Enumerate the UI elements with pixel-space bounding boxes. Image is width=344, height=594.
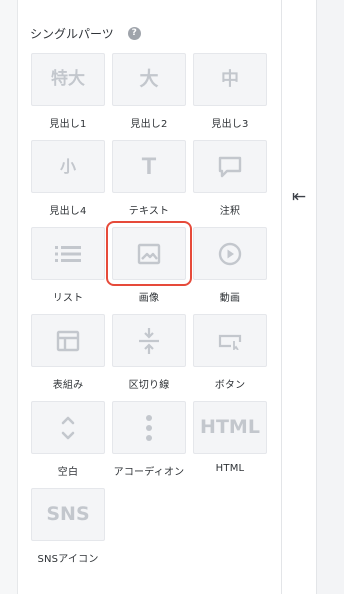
section-title: シングルパーツ: [30, 26, 114, 41]
part-heading-3[interactable]: 中 見出し3: [193, 53, 267, 140]
part-list[interactable]: リスト: [31, 227, 105, 314]
part-label: 見出し4: [49, 206, 87, 217]
part-label: リスト: [52, 293, 84, 304]
part-video[interactable]: 動画: [193, 227, 267, 314]
left-edge-strip: [0, 0, 18, 594]
sns-icon: SNS: [31, 488, 105, 541]
part-label: 空白: [57, 467, 79, 478]
part-label: 見出し3: [211, 119, 249, 130]
text-icon: T: [112, 140, 186, 193]
part-label: アコーディオン: [113, 467, 185, 478]
part-label: HTML: [215, 463, 245, 474]
image-icon: [106, 221, 192, 286]
spacer-icon: [31, 401, 105, 454]
part-divider[interactable]: 区切り線: [112, 314, 186, 401]
part-image[interactable]: 画像: [106, 221, 192, 314]
part-text[interactable]: T テキスト: [112, 140, 186, 227]
part-heading-4[interactable]: 小 見出し4: [31, 140, 105, 227]
heading-medium-icon: 中: [193, 53, 267, 106]
part-table[interactable]: 表組み: [31, 314, 105, 401]
part-button[interactable]: ボタン: [193, 314, 267, 401]
play-icon: [193, 227, 267, 280]
part-accordion[interactable]: アコーディオン: [112, 401, 186, 488]
part-html[interactable]: HTML HTML: [193, 401, 267, 488]
part-label: 注釈: [219, 206, 241, 217]
heading-large-icon: 特大: [31, 53, 105, 106]
part-label: ボタン: [214, 380, 246, 391]
button-icon: [193, 314, 267, 367]
panel-gutter: [282, 0, 316, 594]
part-label: 動画: [219, 293, 241, 304]
part-spacer[interactable]: 空白: [31, 401, 105, 488]
parts-grid: 特大 見出し1 大 見出し2 中 見出し3 小 見出し4 T テキスト 注釈 リ…: [31, 53, 267, 575]
help-icon[interactable]: ?: [127, 26, 141, 40]
section-header: シングルパーツ ?: [30, 23, 141, 43]
speech-bubble-icon: [193, 140, 267, 193]
part-label: 見出し1: [49, 119, 87, 130]
table-icon: [31, 314, 105, 367]
divider-icon: [112, 314, 186, 367]
part-heading-1[interactable]: 特大 見出し1: [31, 53, 105, 140]
accordion-icon: [112, 401, 186, 454]
heading-small-icon: 小: [31, 140, 105, 193]
part-heading-2[interactable]: 大 見出し2: [112, 53, 186, 140]
part-label: 区切り線: [128, 380, 170, 391]
list-icon: [31, 227, 105, 280]
heading-big-icon: 大: [112, 53, 186, 106]
part-annotation[interactable]: 注釈: [193, 140, 267, 227]
part-label: 画像: [138, 293, 160, 304]
part-label: SNSアイコン: [37, 554, 99, 565]
part-label: 見出し2: [130, 119, 168, 130]
part-label: 表組み: [52, 380, 84, 391]
part-label: テキスト: [128, 206, 170, 217]
part-sns-icons[interactable]: SNS SNSアイコン: [31, 488, 105, 575]
html-icon: HTML: [193, 401, 267, 454]
canvas-area: [316, 0, 344, 594]
collapse-left-icon[interactable]: ⇤: [288, 186, 310, 208]
